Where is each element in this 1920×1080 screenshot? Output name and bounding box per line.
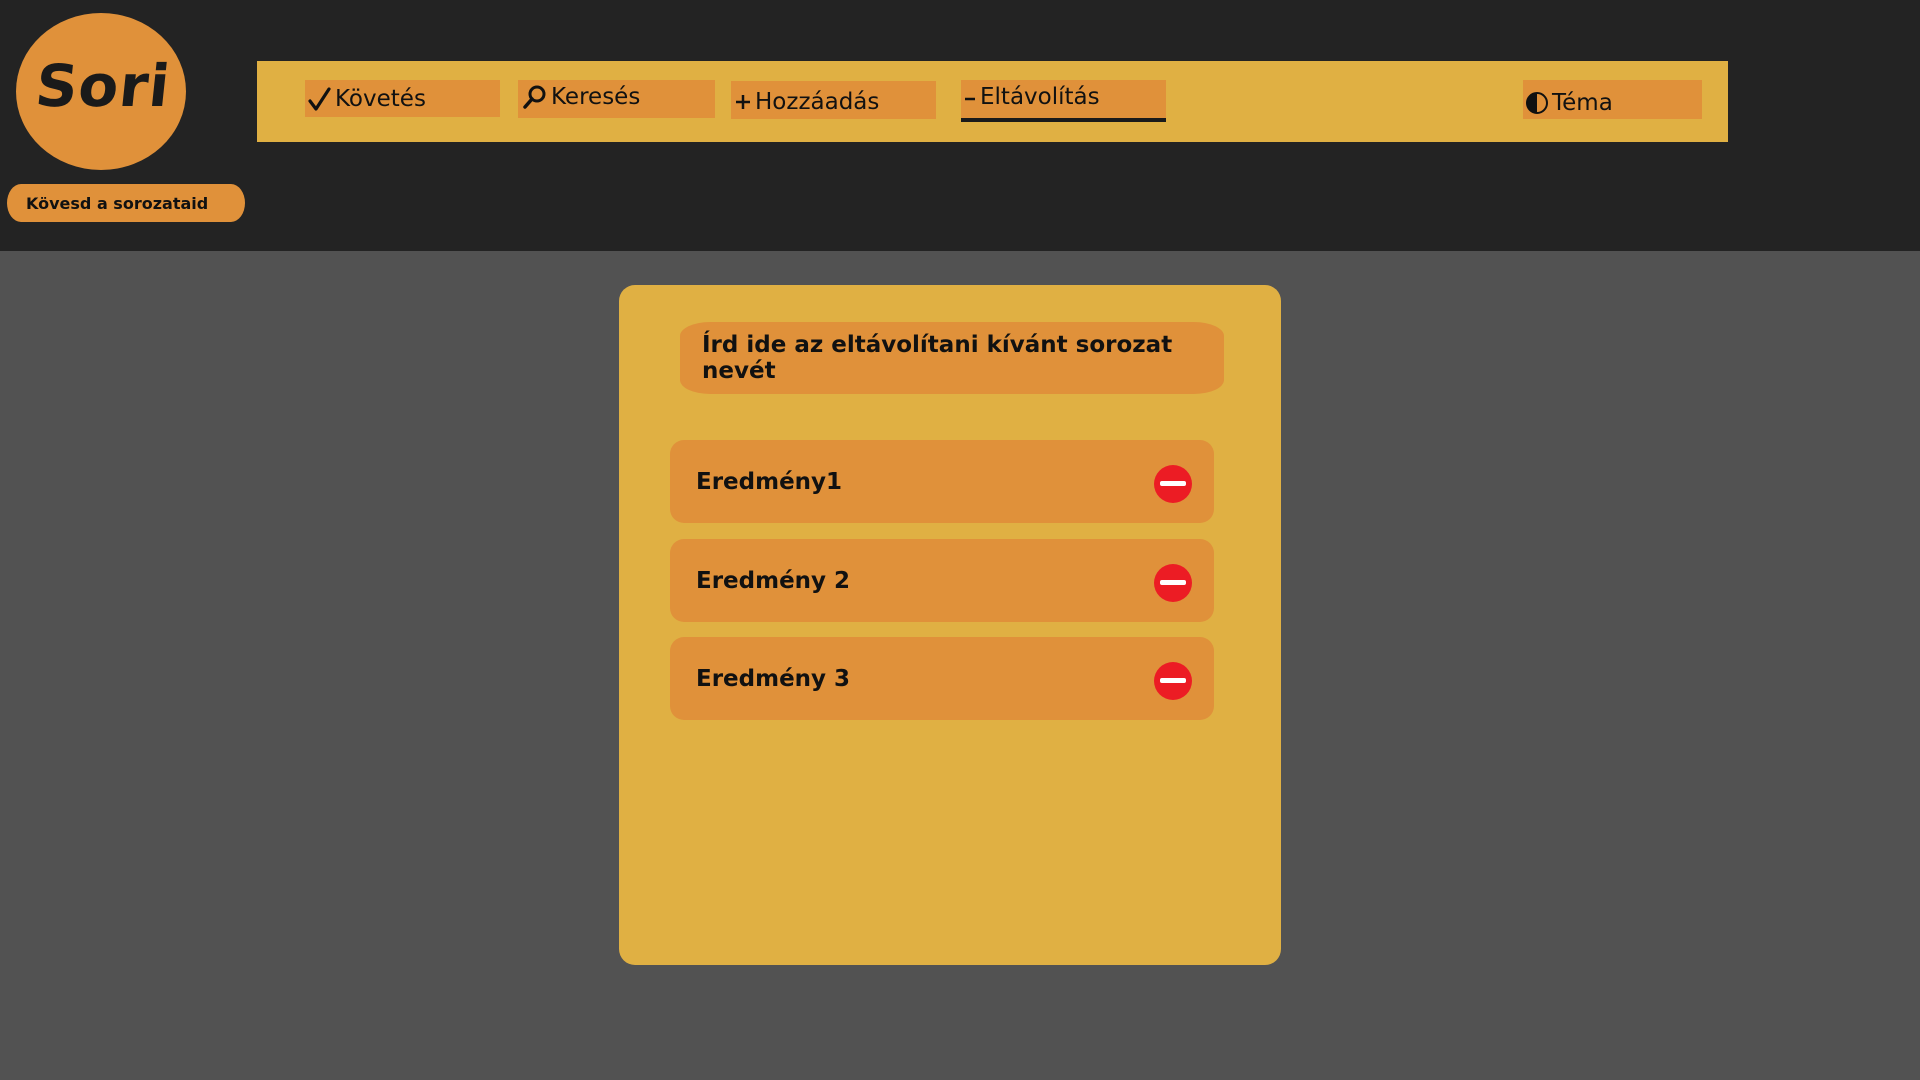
result-item: Eredmény1 (670, 440, 1214, 523)
result-label: Eredmény 2 (696, 567, 851, 594)
search-icon (522, 84, 548, 110)
check-icon (308, 86, 332, 112)
nav-item-remove[interactable]: Eltávolítás (961, 80, 1166, 122)
result-label: Eredmény1 (696, 468, 843, 495)
nav-item-add[interactable]: Hozzáadás (731, 81, 936, 119)
remove-panel: Írd ide az eltávolítani kívánt sorozat n… (619, 285, 1281, 965)
plus-icon (734, 92, 752, 112)
remove-icon-bar (1160, 481, 1186, 486)
nav-label-search: Keresés (551, 84, 641, 110)
logo-text: Sori (32, 51, 174, 120)
remove-icon-bar (1160, 678, 1186, 683)
main-nav: Követés Keresés Hozzáadás Eltávolítás Té… (257, 61, 1728, 142)
minus-icon (963, 87, 977, 107)
nav-item-search[interactable]: Keresés (518, 80, 715, 118)
logo[interactable]: Sori (16, 13, 186, 170)
tagline-text: Kövesd a sorozataid (26, 193, 209, 213)
result-item: Eredmény 3 (670, 637, 1214, 720)
nav-label-add: Hozzáadás (755, 89, 880, 115)
nav-item-theme[interactable]: Téma (1523, 80, 1702, 119)
remove-icon[interactable] (1154, 563, 1192, 602)
nav-label-following: Követés (335, 85, 426, 112)
result-item: Eredmény 2 (670, 539, 1214, 622)
remove-icon[interactable] (1154, 464, 1192, 503)
nav-label-remove: Eltávolítás (980, 84, 1100, 110)
remove-icon[interactable] (1154, 661, 1192, 700)
nav-item-following[interactable]: Követés (305, 80, 500, 117)
half-circle-icon (1525, 91, 1549, 115)
result-label: Eredmény 3 (696, 665, 851, 692)
remove-icon-bar (1160, 580, 1186, 585)
app-header: Sori Kövesd a sorozataid Követés Keresés (0, 0, 1920, 251)
nav-label-theme: Téma (1552, 89, 1613, 116)
series-name-input-placeholder: Írd ide az eltávolítani kívánt sorozat n… (702, 332, 1173, 384)
tagline: Kövesd a sorozataid (7, 184, 245, 222)
series-name-input[interactable]: Írd ide az eltávolítani kívánt sorozat n… (680, 322, 1224, 394)
